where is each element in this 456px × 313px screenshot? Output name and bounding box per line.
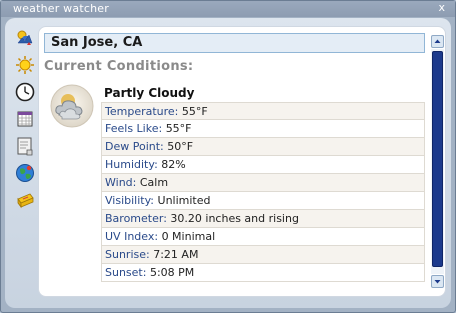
vertical-scrollbar[interactable] — [431, 35, 444, 290]
tools-button[interactable] — [15, 190, 35, 210]
uv-index-row: UV Index: 0 Minimal — [101, 228, 425, 246]
row-value: 82% — [161, 158, 186, 171]
weather-watcher-window: weather watcher x San Jose, CA Current C… — [0, 0, 456, 313]
row-label: Sunrise: — [105, 248, 150, 261]
barometer-row: Barometer: 30.20 inches and rising — [101, 210, 425, 228]
calendar-button[interactable] — [15, 109, 35, 129]
world-weather-button[interactable] — [15, 163, 35, 183]
visibility-row: Visibility: Unlimited — [101, 192, 425, 210]
location-name[interactable]: San Jose, CA — [44, 33, 425, 53]
row-value: Unlimited — [157, 194, 211, 207]
window-title: weather watcher — [13, 2, 109, 15]
section-heading: Current Conditions: — [44, 59, 194, 74]
row-value: 55°F — [181, 105, 208, 118]
row-label: Barometer: — [105, 212, 167, 225]
row-label: Temperature: — [105, 105, 179, 118]
dew-point-row: Dew Point: 50°F — [101, 138, 425, 156]
humidity-row: Humidity: 82% — [101, 156, 425, 174]
scroll-thumb[interactable] — [432, 51, 443, 267]
row-label: Visibility: — [105, 194, 155, 207]
row-value: 7:21 AM — [153, 248, 199, 261]
row-label: Humidity: — [105, 158, 158, 171]
row-label: Sunset: — [105, 266, 147, 279]
condition-summary: Partly Cloudy — [104, 86, 195, 100]
content-area: San Jose, CA Current Conditions: Partly … — [5, 18, 451, 308]
sidebar — [15, 28, 37, 217]
conditions-table: Temperature: 55°F Feels Like: 55°F Dew P… — [101, 102, 425, 282]
clock-icon — [15, 82, 35, 102]
wind-row: Wind: Calm — [101, 174, 425, 192]
conditions-panel: San Jose, CA Current Conditions: Partly … — [38, 26, 446, 297]
sunset-row: Sunset: 5:08 PM — [101, 264, 425, 282]
row-value: 0 Minimal — [161, 230, 216, 243]
row-value: 30.20 inches and rising — [170, 212, 299, 225]
close-button[interactable]: x — [438, 1, 445, 14]
sunrise-row: Sunrise: 7:21 AM — [101, 246, 425, 264]
scroll-up-button[interactable] — [431, 35, 444, 48]
row-value: 55°F — [165, 122, 192, 135]
title-bar[interactable]: weather watcher x — [1, 1, 455, 17]
notes-button[interactable] — [15, 136, 35, 156]
row-value: Calm — [139, 176, 169, 189]
row-value: 50°F — [167, 140, 194, 153]
toolbox-icon — [17, 193, 34, 209]
temperature-row: Temperature: 55°F — [101, 102, 425, 120]
calendar-icon — [17, 111, 33, 127]
arrow-down-icon — [434, 280, 441, 284]
current-conditions-button[interactable] — [15, 28, 35, 48]
scroll-down-button[interactable] — [431, 275, 444, 288]
row-label: UV Index: — [105, 230, 159, 243]
forecast-button[interactable] — [15, 55, 35, 75]
sun-icon — [16, 56, 34, 74]
globe-icon — [16, 164, 34, 182]
feels-like-row: Feels Like: 55°F — [101, 120, 425, 138]
hourly-button[interactable] — [15, 82, 35, 102]
row-label: Wind: — [105, 176, 137, 189]
row-label: Dew Point: — [105, 140, 164, 153]
notes-icon — [17, 137, 33, 156]
current-conditions-icon — [17, 30, 33, 45]
partly-cloudy-icon — [50, 84, 94, 128]
row-label: Feels Like: — [105, 122, 163, 135]
arrow-up-icon — [434, 39, 441, 43]
row-value: 5:08 PM — [149, 266, 195, 279]
